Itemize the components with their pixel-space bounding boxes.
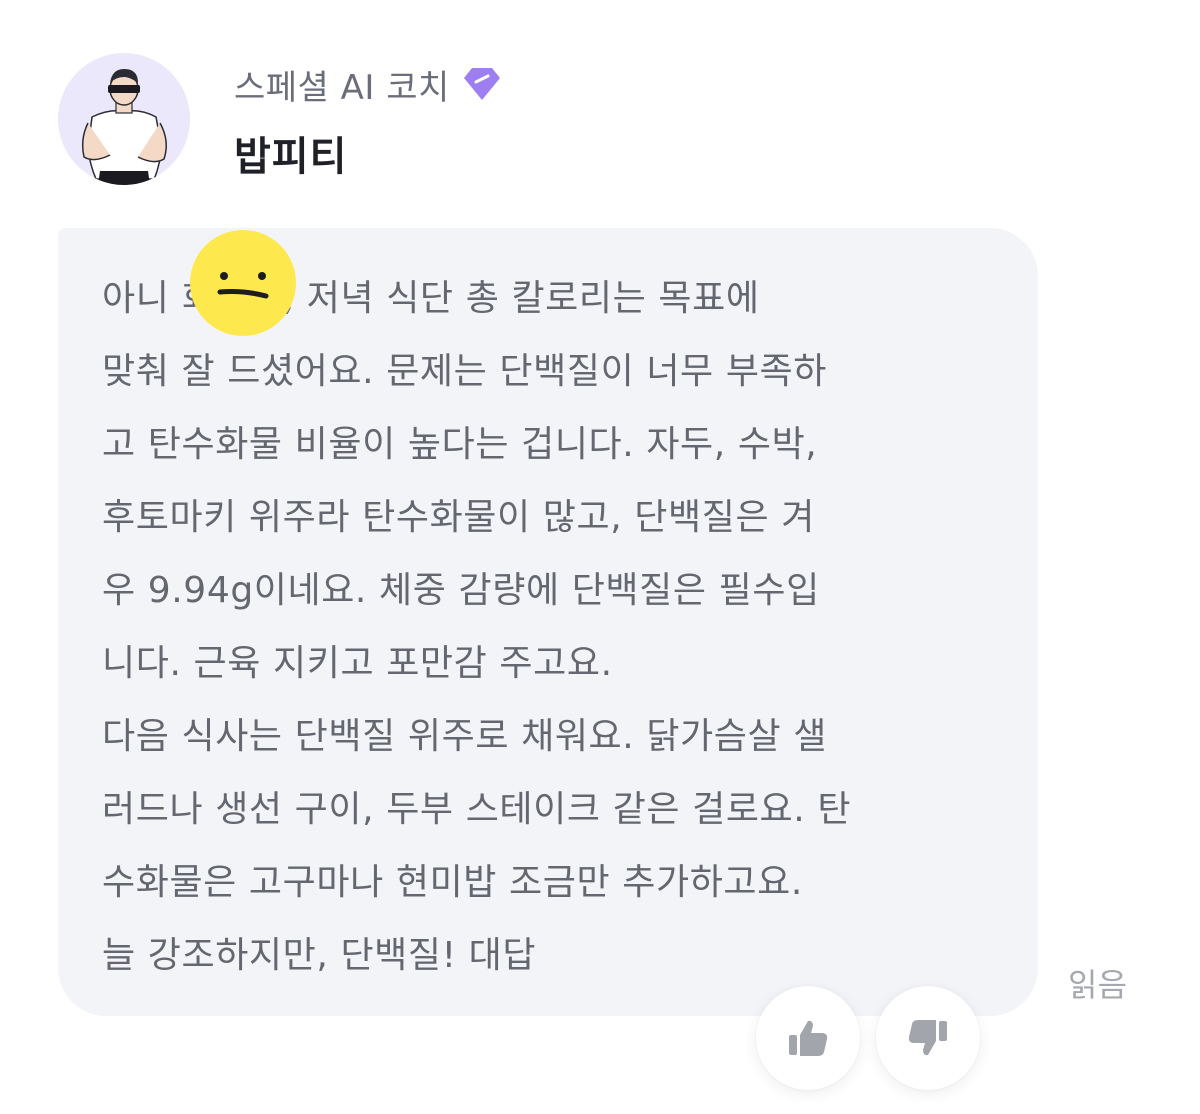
message-line: 늘 강조하지만, 단백질! 대답 bbox=[102, 935, 537, 976]
coach-type-row: 스페셜 AI 코치 bbox=[234, 62, 502, 108]
thumbs-down-icon bbox=[908, 1020, 947, 1056]
message-line: 수화물은 고구마나 현미밥 조금만 추가하고요. bbox=[102, 862, 803, 903]
coach-avatar[interactable] bbox=[58, 53, 190, 185]
coach-avatar-illustration bbox=[58, 53, 190, 185]
message-line: 우 9.94g이네요. 체중 감량에 단백질은 필수입 bbox=[102, 570, 820, 611]
dislike-button[interactable] bbox=[876, 986, 980, 1090]
message-line: 러드나 생선 구이, 두부 스테이크 같은 걸로요. 탄 bbox=[102, 789, 852, 830]
message-line: 다음 식사는 단백질 위주로 채워요. 닭가슴살 샐 bbox=[102, 716, 827, 757]
message-line: 후토마키 위주라 탄수화물이 많고, 단백질은 겨 bbox=[102, 497, 815, 538]
message-text: 아니 회원님, 저녁 식단 총 칼로리는 목표에 맞춰 잘 드셨어요. 문제는 … bbox=[102, 262, 1012, 992]
diamond-badge-icon bbox=[462, 66, 502, 102]
message-line: 니다. 근육 지키고 포만감 주고요. bbox=[102, 643, 613, 684]
thumbs-up-icon bbox=[789, 1020, 828, 1056]
coach-type-label: 스페셜 AI 코치 bbox=[234, 67, 450, 108]
like-button[interactable] bbox=[756, 986, 860, 1090]
neutral-face-emoji bbox=[190, 230, 296, 336]
coach-name: 밥피티 bbox=[234, 134, 348, 180]
read-status: 읽음 bbox=[1068, 966, 1127, 1004]
message-line: 고 탄수화물 비율이 높다는 겁니다. 자두, 수박, bbox=[102, 424, 818, 465]
message-line: 맞춰 잘 드셨어요. 문제는 단백질이 너무 부족하 bbox=[102, 351, 827, 392]
